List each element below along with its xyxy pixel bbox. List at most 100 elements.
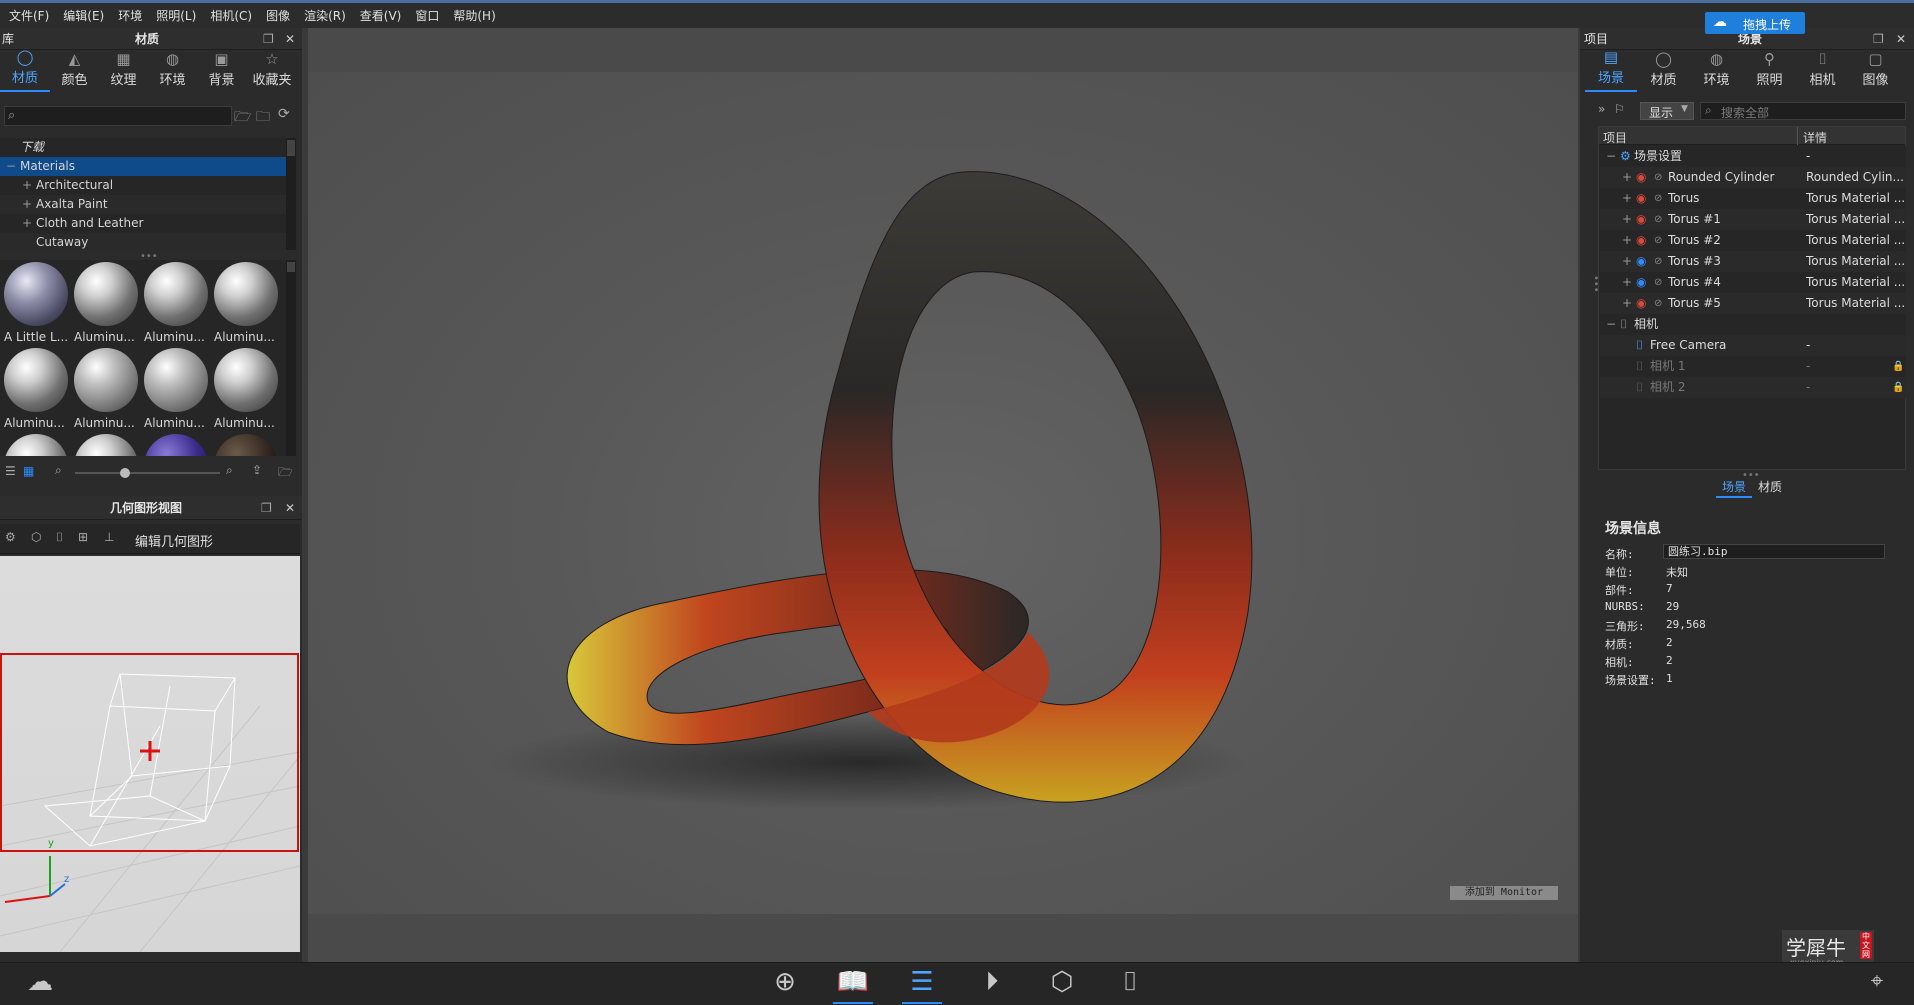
visibility-eye-icon[interactable]: ◉ bbox=[1636, 272, 1646, 293]
geometry-cube-icon[interactable]: ⬡ bbox=[1042, 962, 1082, 1002]
cube-icon[interactable]: ⬡ bbox=[31, 530, 41, 544]
tab-textures[interactable]: ▦ 纹理 bbox=[99, 50, 148, 92]
display-dropdown[interactable]: 显示 ▼ bbox=[1640, 102, 1694, 120]
scene-tree-row[interactable]: + ◉ ⊘ Torus Torus Material ... bbox=[1600, 188, 1906, 209]
render-canvas[interactable]: 添加到 Monitor bbox=[308, 72, 1578, 914]
animation-icon[interactable]: ⏵ bbox=[972, 962, 1012, 1002]
material-thumbnail[interactable]: Aluminu... bbox=[4, 348, 72, 430]
tree-toggle-icon[interactable]: − bbox=[1606, 314, 1616, 335]
link-icon[interactable]: ⊘ bbox=[1654, 272, 1662, 293]
material-thumbnail[interactable]: Aluminu... bbox=[74, 348, 142, 430]
scene-tree-row[interactable]: ⌷ 相机 1- 🔒 bbox=[1600, 356, 1906, 377]
link-icon[interactable]: ⊘ bbox=[1654, 209, 1662, 230]
material-thumbnail[interactable]: Aluminu... bbox=[144, 348, 212, 430]
folder-open-icon[interactable]: 🗁 bbox=[278, 463, 293, 484]
upload-button[interactable]: ☁ 拖拽上传 bbox=[1705, 12, 1805, 34]
tab-cameras[interactable]: ⌷ 相机 bbox=[1796, 50, 1849, 92]
library-tree-item[interactable]: 下载 bbox=[0, 138, 286, 157]
scene-tree-row[interactable]: + ◉ ⊘ Torus #1 Torus Material ... bbox=[1600, 209, 1906, 230]
thumbs-scrollbar[interactable] bbox=[286, 260, 296, 456]
material-thumbnail[interactable]: Aluminu... bbox=[214, 348, 282, 430]
menu-file[interactable]: 文件(F) bbox=[2, 7, 56, 24]
add-to-monitor-button[interactable]: 添加到 Monitor bbox=[1450, 886, 1558, 900]
thumb-size-slider[interactable] bbox=[75, 472, 220, 474]
scene-tree-row[interactable]: ⌷ 相机 2- 🔒 bbox=[1600, 377, 1906, 398]
tree-toggle-icon[interactable]: + bbox=[1622, 251, 1632, 272]
refresh-icon[interactable]: ⟳ bbox=[278, 106, 290, 122]
edit-geometry-button[interactable]: 编辑几何图形 bbox=[135, 531, 213, 550]
scene-tree-row[interactable]: + ◉ ⊘ Torus #5 Torus Material ... bbox=[1600, 293, 1906, 314]
tree-toggle-icon[interactable]: + bbox=[1622, 188, 1632, 209]
scene-list-icon[interactable]: ☰ bbox=[902, 962, 942, 1004]
link-icon[interactable]: ⊘ bbox=[1654, 230, 1662, 251]
menu-view[interactable]: 查看(V) bbox=[353, 7, 409, 24]
menu-lighting[interactable]: 照明(L) bbox=[149, 7, 203, 24]
menu-image[interactable]: 图像 bbox=[259, 7, 297, 24]
tree-toggle-icon[interactable]: + bbox=[1622, 230, 1632, 251]
link-icon[interactable]: ⊘ bbox=[1654, 251, 1662, 272]
scene-search-input[interactable]: ⌕ 搜索全部 bbox=[1700, 102, 1906, 120]
tree-toggle-icon[interactable]: + bbox=[22, 176, 36, 195]
tab-favorites[interactable]: ☆ 收藏夹 bbox=[246, 50, 298, 92]
scene-name-field[interactable]: 圆练习.bip bbox=[1663, 544, 1885, 559]
folder-icon[interactable]: 🗁 bbox=[234, 106, 251, 130]
tab-materials[interactable]: ◯ 材质 bbox=[1637, 50, 1690, 92]
material-thumbnail[interactable]: Aluminu... bbox=[214, 262, 282, 344]
tree-toggle-icon[interactable]: + bbox=[1622, 167, 1632, 188]
view-icon[interactable]: ⊞ bbox=[78, 530, 88, 544]
subtab-scene[interactable]: 场景 bbox=[1716, 478, 1753, 498]
menu-help[interactable]: 帮助(H) bbox=[446, 7, 502, 24]
visibility-eye-icon[interactable]: ◉ bbox=[1636, 167, 1646, 188]
close-icon[interactable]: ✕ bbox=[285, 501, 295, 515]
visibility-eye-icon[interactable]: ◉ bbox=[1636, 209, 1646, 230]
tree-toggle-icon[interactable]: + bbox=[1622, 293, 1632, 314]
tab-materials[interactable]: ◯ 材质 bbox=[0, 48, 50, 92]
link-icon[interactable]: ⊘ bbox=[1654, 293, 1662, 314]
geometry-viewport[interactable]: y z bbox=[0, 556, 300, 952]
tab-colors[interactable]: ◭ 颜色 bbox=[50, 50, 99, 92]
tree-toggle-icon[interactable]: − bbox=[6, 157, 20, 176]
float-icon[interactable]: ❐ bbox=[263, 32, 274, 46]
visibility-eye-icon[interactable]: ◉ bbox=[1636, 293, 1646, 314]
tab-backgrounds[interactable]: ▣ 背景 bbox=[197, 50, 246, 92]
library-tree-item[interactable]: + Axalta Paint bbox=[0, 195, 286, 214]
lock-icon[interactable]: 🔒 bbox=[1892, 356, 1904, 377]
float-icon[interactable]: ❐ bbox=[1873, 32, 1884, 46]
expand-icon[interactable]: » bbox=[1598, 102, 1605, 116]
settings-icon[interactable]: ⚙ bbox=[5, 530, 16, 544]
library-tree-item[interactable]: − Materials bbox=[0, 157, 286, 176]
material-preview[interactable] bbox=[74, 434, 138, 456]
float-icon[interactable]: ❐ bbox=[261, 501, 272, 515]
grid-view-icon[interactable]: ▦ bbox=[23, 464, 34, 478]
menu-environment[interactable]: 环境 bbox=[111, 7, 149, 24]
list-view-icon[interactable]: ☰ bbox=[5, 464, 16, 478]
lock-icon[interactable]: 🔒 bbox=[1892, 377, 1904, 398]
scene-tree-row[interactable]: − ⌷ 相机 bbox=[1600, 314, 1906, 335]
material-preview[interactable] bbox=[4, 434, 68, 456]
subtab-materials[interactable]: 材质 bbox=[1752, 478, 1788, 498]
tree-toggle-icon[interactable]: + bbox=[1622, 209, 1632, 230]
tab-scene[interactable]: ▤ 场景 bbox=[1585, 48, 1637, 92]
close-icon[interactable]: ✕ bbox=[285, 32, 295, 46]
tree-toggle-icon[interactable]: + bbox=[1622, 272, 1632, 293]
material-thumbnail[interactable]: Aluminu... bbox=[144, 262, 212, 344]
scene-tree-row[interactable]: ⌷ Free Camera - bbox=[1600, 335, 1906, 356]
cloud-upload-icon[interactable]: ⇪ bbox=[252, 463, 262, 477]
library-tree-item[interactable]: + Cloth and Leather bbox=[0, 214, 286, 233]
close-icon[interactable]: ✕ bbox=[1896, 32, 1906, 46]
visibility-eye-icon[interactable]: ◉ bbox=[1636, 251, 1646, 272]
library-tree-item[interactable]: Cutaway bbox=[0, 233, 286, 250]
material-thumbnail[interactable]: Aluminu... bbox=[74, 262, 142, 344]
link-icon[interactable]: ⊘ bbox=[1654, 167, 1662, 188]
tree-toggle-icon[interactable]: + bbox=[22, 195, 36, 214]
filter-icon[interactable]: ⚐ bbox=[1614, 102, 1625, 116]
splitter-handle[interactable]: ••• bbox=[1590, 275, 1601, 293]
menu-window[interactable]: 窗口 bbox=[408, 7, 446, 24]
menu-render[interactable]: 渲染(R) bbox=[297, 7, 353, 24]
visibility-eye-icon[interactable]: ◉ bbox=[1636, 230, 1646, 251]
tree-toggle-icon[interactable]: + bbox=[22, 214, 36, 233]
menu-camera[interactable]: 相机(C) bbox=[203, 7, 259, 24]
zoom-out-icon[interactable]: ⌕ bbox=[55, 463, 62, 478]
link-icon[interactable]: ⊘ bbox=[1654, 188, 1662, 209]
zoom-in-icon[interactable]: ⌕ bbox=[226, 463, 233, 478]
